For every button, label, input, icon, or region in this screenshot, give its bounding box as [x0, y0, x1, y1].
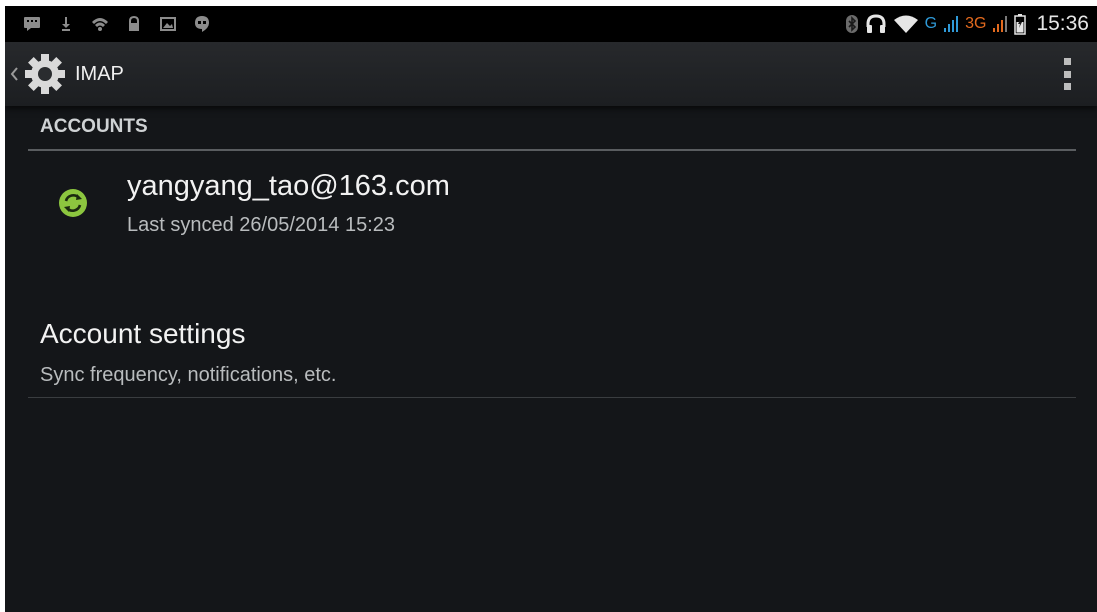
action-bar: IMAP [5, 42, 1097, 106]
screen: G 3G 15:36 IMAP ACCOUNTS yangyang_tao@16… [5, 6, 1097, 612]
account-settings-summary: Sync frequency, notifications, etc. [40, 364, 337, 386]
overflow-menu-button[interactable] [1057, 56, 1077, 92]
wifi-icon [893, 14, 919, 34]
download-icon [57, 15, 75, 33]
signal-icon-sim1 [943, 14, 959, 34]
network-type-3g: 3G [965, 15, 987, 32]
status-clock: 15:36 [1036, 12, 1089, 35]
account-email: yangyang_tao@163.com [127, 170, 450, 202]
account-last-synced: Last synced 26/05/2014 15:23 [127, 214, 395, 236]
page-title: IMAP [75, 62, 124, 85]
notification-icons [23, 14, 211, 34]
lock-icon [125, 15, 143, 33]
sync-status-icon [58, 188, 88, 218]
up-navigation-button[interactable]: IMAP [5, 42, 145, 106]
row-divider [28, 397, 1076, 398]
system-icons: G 3G 15:36 [845, 12, 1089, 36]
image-icon [159, 15, 177, 33]
wifi-notification-icon [91, 15, 109, 33]
overflow-dot-icon [1063, 83, 1071, 90]
account-settings-title: Account settings [40, 318, 246, 349]
settings-gear-icon [23, 52, 67, 96]
hangouts-icon [193, 15, 211, 33]
status-bar: G 3G 15:36 [5, 6, 1097, 42]
message-notification-icon [23, 15, 41, 33]
account-list-item[interactable]: yangyang_tao@163.com Last synced 26/05/2… [28, 156, 1076, 276]
bluetooth-icon [845, 14, 859, 34]
overflow-dot-icon [1063, 70, 1071, 78]
network-type-g: G [924, 15, 938, 32]
account-settings-item[interactable]: Account settings Sync frequency, notific… [28, 306, 1076, 398]
overflow-dot-icon [1063, 58, 1071, 65]
signal-icon-sim2 [992, 14, 1008, 34]
headset-icon [865, 14, 887, 34]
accounts-section-header: ACCOUNTS [40, 116, 148, 137]
battery-icon [1014, 14, 1027, 35]
section-divider [28, 149, 1076, 151]
back-caret-icon [9, 66, 19, 82]
